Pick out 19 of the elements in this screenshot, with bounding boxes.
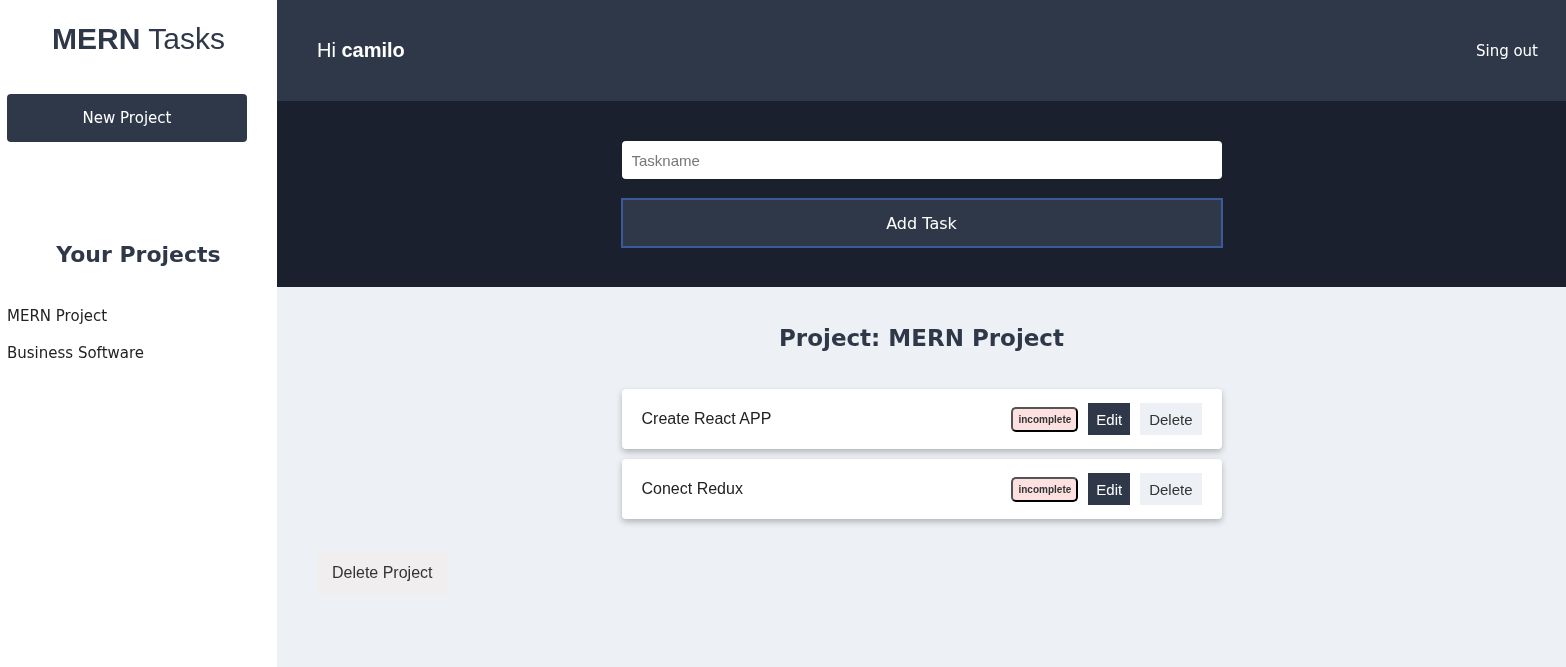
task-name: Conect Redux (641, 480, 744, 498)
new-project-button[interactable]: New Project (7, 94, 247, 142)
project-link[interactable]: MERN Project (7, 307, 108, 325)
add-task-button[interactable]: Add Task (620, 198, 1223, 248)
task-name-field[interactable]: Taskname (621, 141, 1222, 179)
task-name: Create React APP (641, 410, 773, 428)
delete-button[interactable]: Delete (1140, 403, 1202, 435)
edit-button[interactable]: Edit (1088, 403, 1131, 435)
delete-project-button[interactable]: Delete Project (317, 551, 448, 595)
delete-button[interactable]: Delete (1140, 473, 1202, 505)
project-title: Project: MERN Project (778, 325, 1065, 351)
status-badge[interactable]: incomplete (1011, 406, 1079, 432)
projects-heading: Your Projects (55, 242, 222, 267)
project-link[interactable]: Business Software (7, 344, 145, 362)
status-badge[interactable]: incomplete (1011, 476, 1079, 502)
app-logo: MERN Tasks (51, 22, 226, 56)
sign-out-link[interactable]: Sing out (1475, 41, 1538, 60)
greeting-text: Hi camilo (317, 39, 405, 62)
edit-button[interactable]: Edit (1088, 473, 1131, 505)
